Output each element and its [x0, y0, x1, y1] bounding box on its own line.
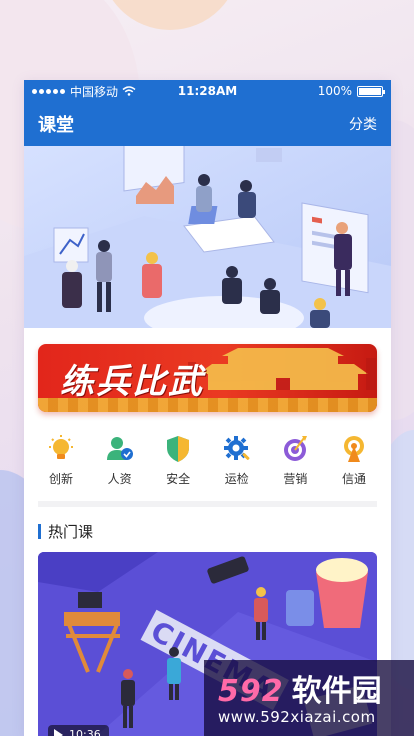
- category-item-safety[interactable]: 安全: [155, 434, 201, 487]
- person-icon: [106, 437, 133, 460]
- category-label: 创新: [48, 472, 73, 486]
- course-duration: 10:36: [69, 728, 101, 736]
- nav-bar: 课堂 分类: [24, 102, 391, 146]
- lightbulb-icon: [49, 435, 73, 459]
- banner-title: 练兵比武: [60, 362, 204, 402]
- watermark-number: 592: [218, 674, 284, 709]
- category-grid: 创新 人资 安全 运检 营销 信通: [24, 434, 391, 487]
- signal-icon: [343, 436, 364, 462]
- phone-frame: 中国移动 11:28AM 100% 课堂 分类 练兵比武 创新 人资 安全 运检…: [24, 80, 391, 736]
- section-title: 热门课: [48, 523, 94, 541]
- promo-banner[interactable]: 练兵比武: [38, 344, 377, 412]
- hot-courses-header: 热门课: [38, 521, 377, 542]
- category-label: 人资: [107, 472, 132, 486]
- category-item-marketing[interactable]: 营销: [272, 434, 318, 487]
- section-accent-bar: [38, 524, 41, 539]
- watermark-url: www.592xiazai.com: [218, 708, 376, 726]
- status-time: 11:28AM: [177, 84, 238, 98]
- gear-icon: [223, 436, 250, 460]
- watermark: 592 软件园 www.592xiazai.com: [204, 660, 414, 736]
- category-button[interactable]: 分类: [349, 114, 377, 134]
- category-item-hr[interactable]: 人资: [97, 434, 143, 487]
- play-icon[interactable]: [54, 728, 63, 736]
- category-label: 信通: [341, 472, 366, 486]
- category-item-maintenance[interactable]: 运检: [214, 434, 260, 487]
- category-item-innovation[interactable]: 创新: [38, 434, 84, 487]
- category-label: 营销: [283, 472, 308, 486]
- page-title: 课堂: [38, 115, 74, 136]
- battery-icon: [357, 85, 385, 97]
- shield-icon: [167, 436, 190, 462]
- gate-tower-icon: [188, 348, 376, 390]
- office-meeting-illustration: [24, 146, 391, 328]
- status-bar: 中国移动 11:28AM 100%: [24, 80, 391, 102]
- category-label: 运检: [224, 472, 249, 486]
- category-label: 安全: [166, 472, 191, 486]
- section-divider: [38, 501, 377, 507]
- hero-illustration[interactable]: [24, 146, 391, 328]
- target-icon: [284, 436, 308, 461]
- watermark-name: 软件园: [291, 674, 382, 709]
- duration-badge: 10:36: [48, 725, 109, 736]
- banner-ornament: [38, 398, 377, 412]
- category-item-telecom[interactable]: 信通: [331, 434, 377, 487]
